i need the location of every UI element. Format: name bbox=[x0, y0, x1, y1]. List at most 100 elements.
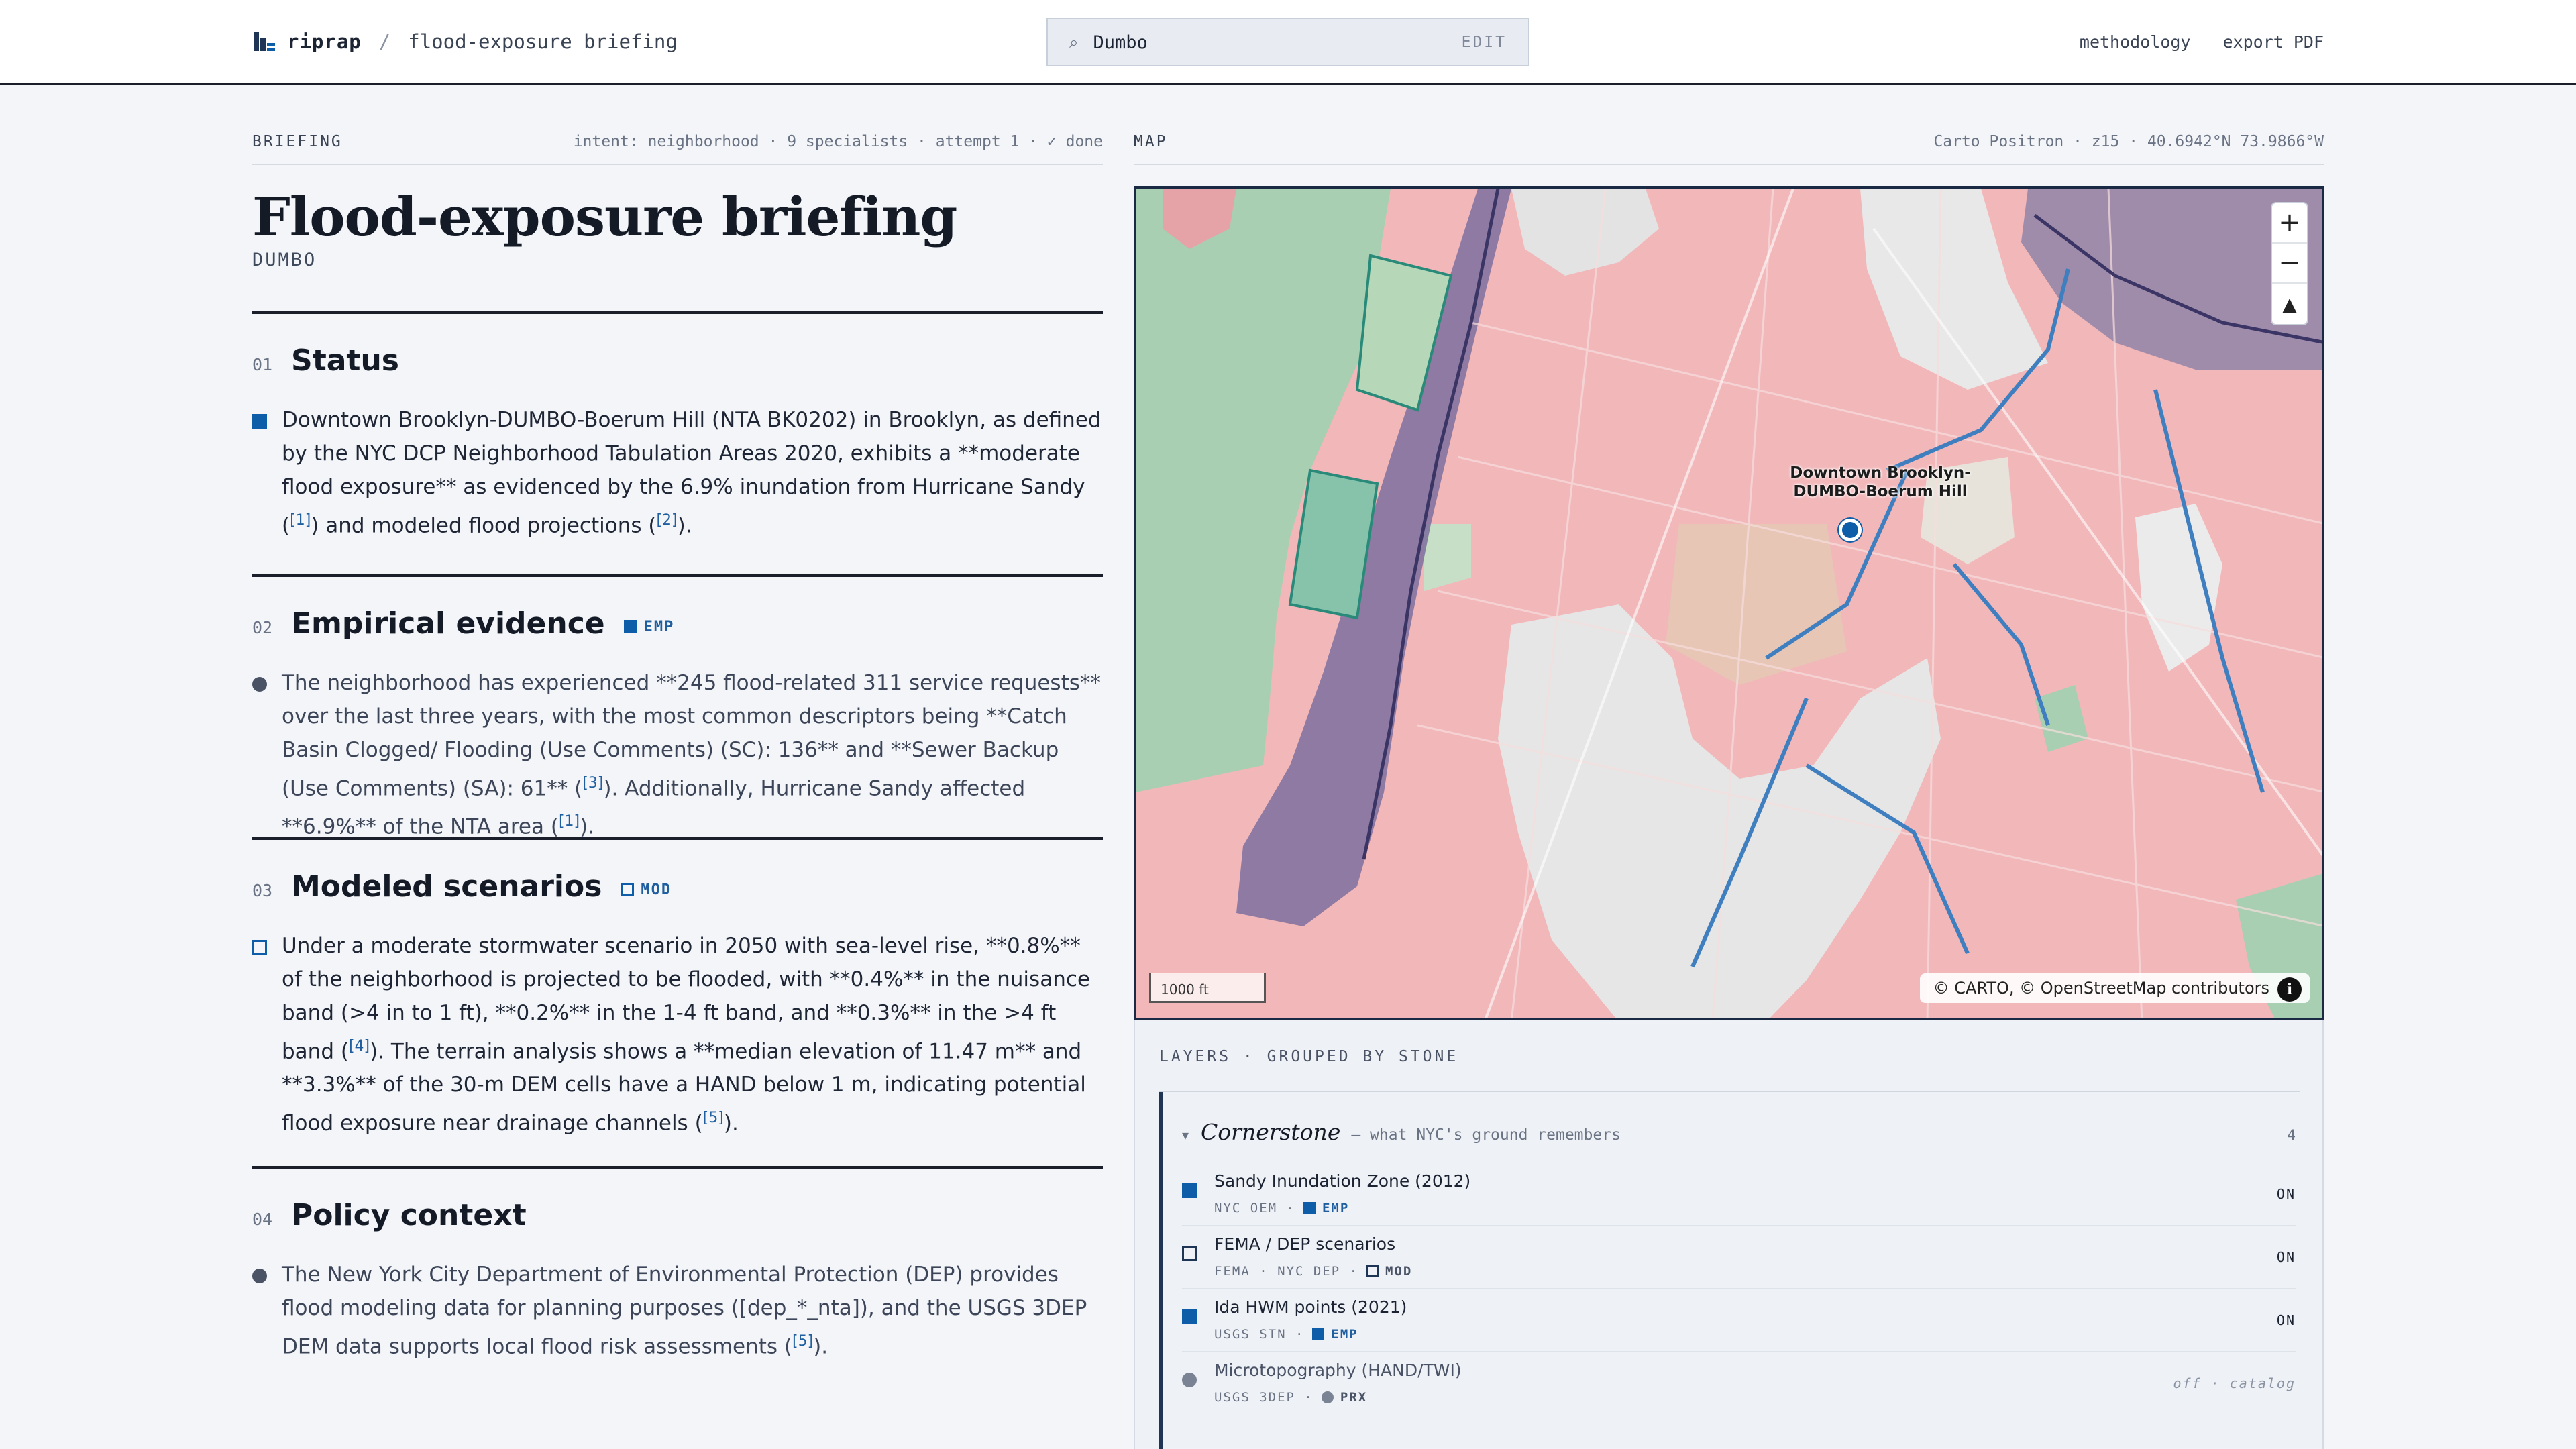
riprap-logo-icon bbox=[254, 32, 275, 51]
citation-link[interactable]: [3] bbox=[582, 775, 603, 792]
section-number: 03 bbox=[252, 881, 273, 900]
layer-meta: USGS STN · EMP bbox=[1214, 1327, 1358, 1342]
hollow-bullet-icon bbox=[252, 940, 267, 955]
info-icon[interactable]: i bbox=[2277, 977, 2302, 1002]
brand[interactable]: riprap / flood-exposure briefing bbox=[252, 30, 678, 54]
scale-bar: 1000 ft bbox=[1149, 973, 1266, 1003]
pin-label: Downtown Brooklyn- DUMBO-Boerum Hill bbox=[1739, 464, 2021, 501]
layer-name: FEMA / DEP scenarios bbox=[1214, 1234, 1396, 1254]
mod-square-icon bbox=[1366, 1265, 1379, 1277]
mod-tag: MOD bbox=[621, 881, 672, 898]
map-label: MAP bbox=[1134, 133, 1168, 150]
layer-row[interactable]: Microtopography (HAND/TWI) USGS 3DEP · PR… bbox=[1182, 1352, 2296, 1415]
layer-row[interactable]: Sandy Inundation Zone (2012) NYC OEM · EM… bbox=[1182, 1163, 2296, 1226]
top-links: methodology export PDF bbox=[2080, 32, 2324, 52]
section-body: Downtown Brooklyn-DUMBO-Boerum Hill (NTA… bbox=[252, 403, 1103, 542]
export-pdf-link[interactable]: export PDF bbox=[2222, 32, 2324, 52]
layer-group-cornerstone: ▾ Cornerstone — what NYC's ground rememb… bbox=[1159, 1092, 2300, 1449]
group-description: — what NYC's ground remembers bbox=[1351, 1126, 1621, 1144]
page-subtitle: DUMBO bbox=[252, 250, 317, 270]
group-count: 4 bbox=[2287, 1127, 2296, 1143]
status-bullet-icon bbox=[252, 414, 267, 429]
layer-toggle[interactable]: ON bbox=[2277, 1312, 2296, 1328]
layer-row[interactable]: Ida HWM points (2021) USGS STN · EMP ON bbox=[1182, 1289, 2296, 1352]
layer-meta: NYC OEM · EMP bbox=[1214, 1201, 1350, 1216]
body-text: ). bbox=[677, 513, 692, 538]
brand-name: riprap bbox=[287, 30, 362, 53]
compass-icon[interactable]: ▲ bbox=[2272, 284, 2307, 324]
top-bar: riprap / flood-exposure briefing ⌕ Dumbo… bbox=[0, 0, 2576, 85]
citation-link[interactable]: [1] bbox=[559, 813, 580, 830]
attribution-text: © CARTO, © OpenStreetMap contributors bbox=[1933, 979, 2269, 998]
chevron-down-icon[interactable]: ▾ bbox=[1182, 1127, 1189, 1143]
map-attribution: © CARTO, © OpenStreetMap contributors i bbox=[1919, 973, 2310, 1003]
prx-dot-icon bbox=[1321, 1391, 1334, 1403]
emp-square-icon bbox=[1182, 1183, 1197, 1198]
prx-dot-icon bbox=[1182, 1373, 1197, 1387]
location-pin-icon[interactable] bbox=[1839, 519, 1862, 541]
search-icon: ⌕ bbox=[1069, 33, 1079, 52]
page-title: Flood-exposure briefing bbox=[252, 185, 957, 248]
section-number: 02 bbox=[252, 618, 273, 637]
section-number: 04 bbox=[252, 1210, 273, 1229]
map-header: MAP Carto Positron · z15 · 40.6942°N 73.… bbox=[1134, 133, 2324, 165]
flood-map[interactable]: + − ▲ Downtown Brooklyn- DUMBO-Boerum Hi… bbox=[1134, 186, 2324, 1020]
emp-square-icon bbox=[623, 620, 637, 633]
section-body: Under a moderate stormwater scenario in … bbox=[252, 929, 1103, 1140]
zoom-out-button[interactable]: − bbox=[2272, 244, 2307, 284]
layer-toggle[interactable]: ON bbox=[2277, 1186, 2296, 1202]
section-body: The New York City Department of Environm… bbox=[252, 1258, 1103, 1363]
search-input[interactable]: Dumbo bbox=[1093, 32, 1461, 53]
section-empirical: 02 Empirical evidence EMP The neighborho… bbox=[252, 574, 1103, 839]
group-header[interactable]: ▾ Cornerstone — what NYC's ground rememb… bbox=[1182, 1119, 2296, 1145]
group-name: Cornerstone bbox=[1201, 1119, 1341, 1145]
section-number: 01 bbox=[252, 355, 273, 374]
layer-toggle[interactable]: ON bbox=[2277, 1249, 2296, 1265]
section-title: Empirical evidence bbox=[291, 606, 605, 641]
section-title: Modeled scenarios bbox=[291, 869, 602, 904]
pin-label-line: Downtown Brooklyn- bbox=[1790, 464, 1971, 482]
citation-link[interactable]: [4] bbox=[349, 1038, 370, 1055]
pin-label-line: DUMBO-Boerum Hill bbox=[1793, 483, 1968, 500]
layers-panel: LAYERS · GROUPED BY STONE ▾ Cornerstone … bbox=[1134, 1020, 2324, 1449]
body-text: ) and modeled flood projections ( bbox=[311, 513, 657, 538]
edit-button[interactable]: EDIT bbox=[1462, 34, 1507, 51]
citation-link[interactable]: [1] bbox=[290, 512, 311, 529]
emp-square-icon bbox=[1303, 1202, 1316, 1214]
citation-link[interactable]: [5] bbox=[792, 1333, 813, 1350]
layer-name: Microtopography (HAND/TWI) bbox=[1214, 1360, 1462, 1380]
body-text: ). bbox=[813, 1334, 828, 1359]
citation-link[interactable]: [2] bbox=[656, 512, 677, 529]
emp-square-icon bbox=[1182, 1309, 1197, 1324]
briefing-label: BRIEFING bbox=[252, 133, 343, 150]
briefing-meta: intent: neighborhood · 9 specialists · a… bbox=[573, 133, 1103, 150]
section-status: 01 Status Downtown Brooklyn-DUMBO-Boerum… bbox=[252, 311, 1103, 574]
section-modeled: 03 Modeled scenarios MOD Under a moderat… bbox=[252, 837, 1103, 1166]
body-text: The New York City Department of Environm… bbox=[282, 1263, 1087, 1359]
location-search[interactable]: ⌕ Dumbo EDIT bbox=[1046, 18, 1529, 66]
layer-name: Ida HWM points (2021) bbox=[1214, 1297, 1407, 1317]
emp-square-icon bbox=[1312, 1328, 1325, 1340]
zoom-control: + − ▲ bbox=[2271, 202, 2308, 325]
section-title: Policy context bbox=[291, 1198, 527, 1232]
briefing-header: BRIEFING intent: neighborhood · 9 specia… bbox=[252, 133, 1103, 165]
dot-bullet-icon bbox=[252, 1269, 267, 1283]
citation-link[interactable]: [5] bbox=[703, 1110, 724, 1126]
breadcrumb-page: flood-exposure briefing bbox=[408, 30, 678, 53]
layer-name: Sandy Inundation Zone (2012) bbox=[1214, 1171, 1471, 1191]
methodology-link[interactable]: methodology bbox=[2080, 32, 2191, 52]
layer-row[interactable]: FEMA / DEP scenarios FEMA · NYC DEP · MOD… bbox=[1182, 1226, 2296, 1289]
layer-meta: USGS 3DEP · PRX bbox=[1214, 1390, 1368, 1405]
layer-meta: FEMA · NYC DEP · MOD bbox=[1214, 1264, 1413, 1279]
layers-heading: LAYERS · GROUPED BY STONE bbox=[1159, 1048, 1459, 1065]
section-policy: 04 Policy context The New York City Depa… bbox=[252, 1166, 1103, 1367]
emp-tag: EMP bbox=[623, 619, 675, 635]
map-canvas[interactable] bbox=[1136, 189, 2324, 1020]
mod-square-icon bbox=[621, 883, 635, 896]
zoom-in-button[interactable]: + bbox=[2272, 203, 2307, 244]
body-text: ). bbox=[723, 1111, 739, 1136]
section-title: Status bbox=[291, 343, 399, 378]
map-meta: Carto Positron · z15 · 40.6942°N 73.9866… bbox=[1933, 133, 2324, 150]
body-text: ). bbox=[580, 814, 595, 839]
layer-toggle[interactable]: off · catalog bbox=[2173, 1375, 2296, 1391]
